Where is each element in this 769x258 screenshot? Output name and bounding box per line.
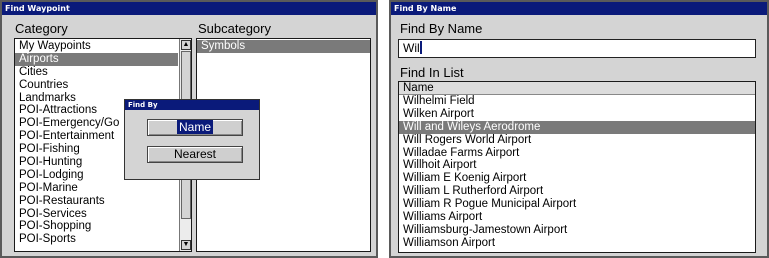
result-row[interactable]: William R Pogue Municipal Airport <box>399 198 755 211</box>
name-search-value: Wil <box>403 41 420 55</box>
name-column-header: Name <box>399 82 755 95</box>
subcategory-label: Subcategory <box>198 21 271 36</box>
result-row[interactable]: Wilhelmi Field <box>399 95 755 108</box>
result-row[interactable]: Willhoit Airport <box>399 159 755 172</box>
find-waypoint-panel: Find Waypoint Category Subcategory My Wa… <box>0 0 378 258</box>
category-item[interactable]: Countries <box>15 79 178 92</box>
find-in-list-label: Find In List <box>400 65 464 80</box>
category-item[interactable]: POI-Sports <box>15 233 178 246</box>
result-row[interactable]: Williamson Airport <box>399 237 755 250</box>
subcategory-item[interactable]: Symbols <box>197 40 370 53</box>
find-by-dialog-title: Find By <box>125 100 259 110</box>
nearest-button[interactable]: Nearest <box>147 146 243 163</box>
find-by-name-label: Find By Name <box>400 21 483 36</box>
category-item[interactable]: My Waypoints <box>15 40 178 53</box>
name-button[interactable]: Name <box>147 119 243 136</box>
result-row[interactable]: Will Rogers World Airport <box>399 134 755 147</box>
result-row[interactable]: Willadae Farms Airport <box>399 147 755 160</box>
result-row[interactable]: Wilken Airport <box>399 108 755 121</box>
result-row[interactable]: William L Rutherford Airport <box>399 185 755 198</box>
category-item[interactable]: Cities <box>15 66 178 79</box>
category-label: Category <box>15 21 68 36</box>
category-item[interactable]: POI-Services <box>15 208 178 221</box>
result-row[interactable]: William E Koenig Airport <box>399 172 755 185</box>
text-caret <box>419 41 422 54</box>
result-row[interactable]: Williamsburg-Jamestown Airport <box>399 224 755 237</box>
result-row[interactable]: Will and Wileys Aerodrome <box>399 120 755 134</box>
results-list[interactable]: Name Wilhelmi Field Wilken Airport Will an… <box>398 81 756 253</box>
name-button-label: Name <box>176 120 213 134</box>
find-by-name-title: Find By Name <box>391 2 767 15</box>
find-waypoint-title: Find Waypoint <box>2 2 376 15</box>
find-by-name-panel: Find By Name Find By Name Wil Find In Li… <box>389 0 769 258</box>
category-item[interactable]: POI-Shopping <box>15 220 178 233</box>
category-item[interactable]: Airports <box>15 52 178 66</box>
result-row[interactable]: Williams Airport <box>399 211 755 224</box>
scroll-down-icon[interactable]: ▼ <box>181 240 191 250</box>
find-by-dialog: Find By Name Nearest <box>124 99 260 180</box>
name-search-input[interactable]: Wil <box>398 39 756 58</box>
category-item[interactable]: POI-Restaurants <box>15 195 178 208</box>
scroll-up-icon[interactable]: ▲ <box>181 40 191 50</box>
category-item[interactable]: POI-Marine <box>15 182 178 195</box>
